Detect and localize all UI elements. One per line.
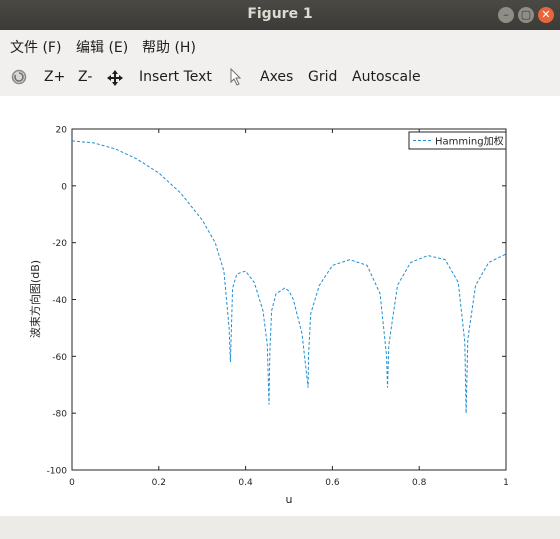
autoscale-button[interactable]: Autoscale [352, 69, 421, 85]
x-tick-label: 0.4 [238, 478, 253, 488]
status-bar [0, 516, 560, 539]
rotate-icon[interactable] [11, 69, 27, 85]
pan-icon[interactable] [106, 69, 124, 87]
menu-bar: 文件 (F) 编辑 (E) 帮助 (H) [0, 30, 560, 60]
y-tick-label: -80 [52, 410, 67, 420]
zoom-out-button[interactable]: Z- [78, 69, 92, 85]
y-tick-label: -40 [52, 296, 67, 306]
x-tick-label: 0 [69, 478, 75, 488]
y-axis-label: 波束方向图(dB) [28, 260, 42, 338]
y-tick-label: 0 [61, 182, 67, 192]
legend: Hamming加权 [408, 131, 507, 150]
window-title: Figure 1 [247, 6, 313, 22]
grid-button[interactable]: Grid [308, 69, 337, 85]
maximize-button[interactable]: ▢ [518, 7, 534, 23]
line-chart[interactable]: 20 0 -20 -40 -60 -80 -100 0 0.2 0.4 0.6 0.8 1 Hammi… [0, 96, 560, 516]
y-tick-label: -100 [47, 467, 68, 477]
y-tick-label: -60 [52, 353, 67, 363]
menu-help[interactable]: 帮助 (H) [142, 37, 196, 57]
x-axis-label: u [286, 493, 293, 506]
x-tick-label: 1 [503, 478, 509, 488]
x-tick-label: 0.8 [412, 478, 427, 488]
insert-text-button[interactable]: Insert Text [139, 69, 212, 85]
legend-label: Hamming加权 [435, 135, 504, 148]
menu-edit[interactable]: 编辑 (E) [76, 37, 128, 57]
close-button[interactable]: ✕ [538, 7, 554, 23]
axes-button[interactable]: Axes [260, 69, 293, 85]
y-tick-label: 20 [56, 126, 68, 136]
x-tick-label: 0.6 [325, 478, 340, 488]
axes-box [71, 128, 507, 471]
zoom-in-button[interactable]: Z+ [44, 69, 65, 85]
y-tick-label: -20 [52, 239, 67, 249]
window-titlebar: Figure 1 – ▢ ✕ [0, 0, 560, 30]
menu-file[interactable]: 文件 (F) [10, 37, 61, 57]
figure-canvas: 20 0 -20 -40 -60 -80 -100 0 0.2 0.4 0.6 0.8 1 Hammi… [0, 96, 560, 516]
select-pointer-icon[interactable] [229, 68, 243, 86]
minimize-button[interactable]: – [498, 7, 514, 23]
x-tick-label: 0.2 [152, 478, 166, 488]
toolbar: Z+ Z- Insert Text Axes Grid Autoscale [0, 60, 560, 96]
